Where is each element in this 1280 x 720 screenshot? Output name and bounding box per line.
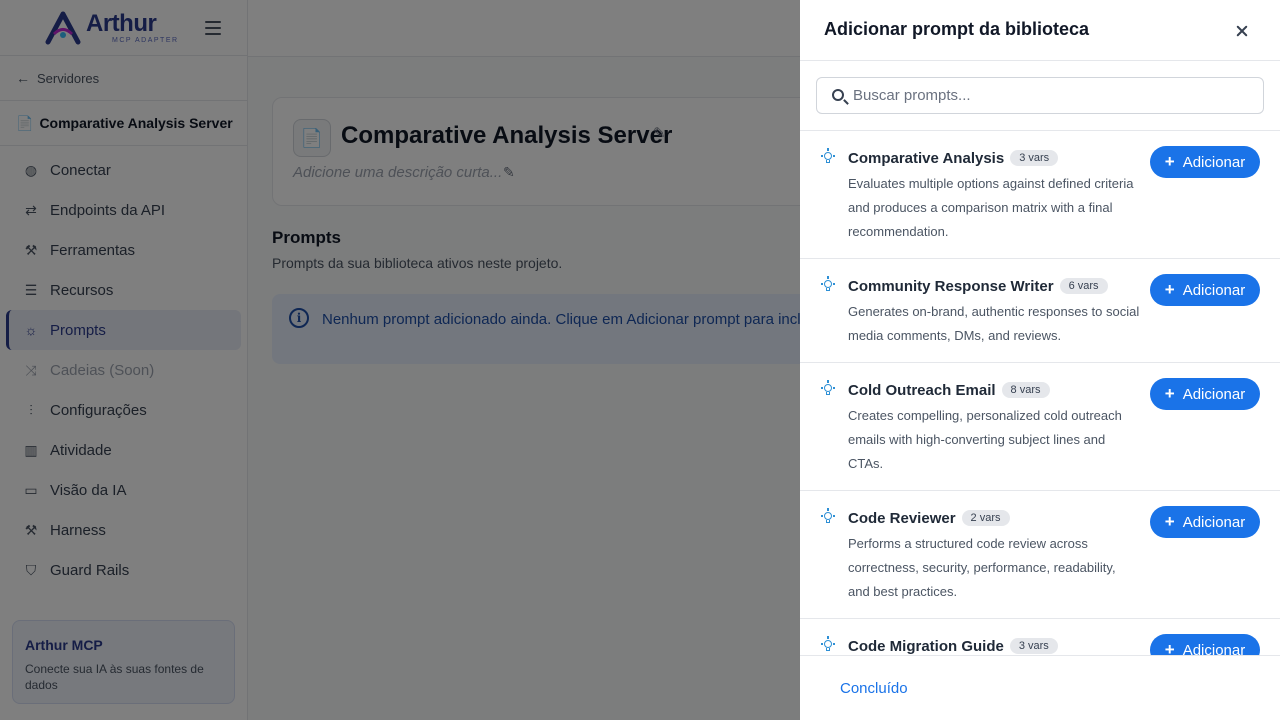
close-icon[interactable] [1231, 20, 1253, 42]
prompt-list-item: Cold Outreach Email 8 vars Creates compell… [800, 363, 1280, 491]
lightbulb-icon [821, 380, 835, 398]
vars-badge: 2 vars [961, 510, 1010, 526]
add-button-label: Adicionar [1182, 513, 1246, 531]
prompt-list-item: Code Migration Guide3 varsCreates a step… [800, 619, 1280, 655]
search-box [816, 77, 1264, 114]
plus-icon: + [1164, 384, 1175, 403]
vars-badge: 3 vars [1009, 638, 1058, 654]
search-input[interactable] [853, 78, 1253, 113]
prompt-name: Comparative Analysis [848, 149, 1005, 167]
prompt-name: Code Migration Guide [848, 637, 1004, 655]
done-button[interactable]: Concluído [840, 680, 908, 697]
prompt-description: Generates on-brand, authentic responses … [848, 304, 1140, 343]
prompt-name: Code Reviewer [848, 509, 956, 527]
vars-badge: 8 vars [1001, 382, 1050, 398]
drawer-title: Adicionar prompt da biblioteca [824, 19, 1090, 39]
add-prompt-button[interactable]: + Adicionar [1150, 146, 1260, 178]
prompt-list-item: Community Response Writer 6 vars Generates… [800, 259, 1280, 363]
add-prompt-button[interactable]: + Adicionar [1150, 378, 1260, 410]
drawer-header: Adicionar prompt da biblioteca [800, 0, 1280, 61]
add-prompt-button[interactable]: + Adicionar [1150, 634, 1260, 655]
add-button-label: Adicionar [1182, 153, 1246, 171]
vars-badge: 3 vars [1010, 150, 1059, 166]
search-area [800, 61, 1280, 131]
add-prompt-drawer: Adicionar prompt da biblioteca Comparati… [800, 0, 1280, 720]
lightbulb-icon [821, 148, 835, 166]
lightbulb-icon [821, 276, 835, 294]
prompt-list: Comparative Analysis 3 vars Evaluates mult… [800, 131, 1280, 655]
prompt-description: Performs a structured code review across… [848, 536, 1116, 599]
add-button-label: Adicionar [1182, 281, 1246, 299]
add-prompt-button[interactable]: + Adicionar [1150, 506, 1260, 538]
add-button-label: Adicionar [1182, 385, 1246, 403]
search-icon [832, 89, 844, 101]
prompt-list-item: Code Reviewer 2 vars Performs a structured… [800, 491, 1280, 619]
plus-icon: + [1164, 640, 1175, 655]
add-prompt-button[interactable]: + Adicionar [1150, 274, 1260, 306]
plus-icon: + [1164, 280, 1175, 299]
prompt-name: Community Response Writer [848, 277, 1054, 295]
lightbulb-icon [821, 636, 835, 654]
drawer-footer: Concluído [800, 655, 1280, 720]
prompt-description: Evaluates multiple options against defin… [848, 176, 1134, 239]
prompt-name: Cold Outreach Email [848, 381, 996, 399]
vars-badge: 6 vars [1059, 278, 1108, 294]
prompt-list-item: Comparative Analysis 3 vars Evaluates mult… [800, 131, 1280, 259]
add-button-label: Adicionar [1182, 641, 1246, 656]
lightbulb-icon [821, 508, 835, 526]
plus-icon: + [1164, 152, 1175, 171]
prompt-description: Creates compelling, personalized cold ou… [848, 408, 1122, 471]
plus-icon: + [1164, 512, 1175, 531]
